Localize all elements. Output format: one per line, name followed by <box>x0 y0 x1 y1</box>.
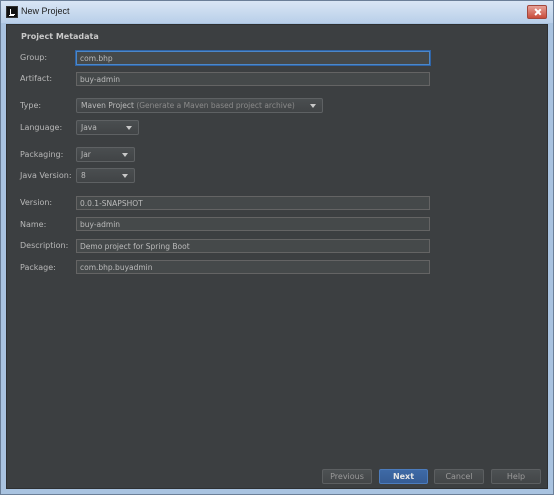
cancel-button[interactable]: Cancel <box>434 469 484 484</box>
packaging-dropdown[interactable]: Jar <box>76 147 135 162</box>
artifact-input[interactable] <box>76 72 430 86</box>
language-dropdown[interactable]: Java <box>76 120 139 135</box>
artifact-label: Artifact: <box>20 74 53 83</box>
packaging-label: Packaging: <box>20 150 64 159</box>
type-label: Type: <box>20 101 42 110</box>
window-title: New Project <box>21 6 70 16</box>
next-button[interactable]: Next <box>379 469 428 484</box>
close-button[interactable] <box>527 5 547 19</box>
new-project-dialog: New Project Project Metadata Group: Arti… <box>0 0 554 495</box>
package-input[interactable] <box>76 260 430 274</box>
type-hint: (Generate a Maven based project archive) <box>136 101 295 110</box>
language-value: Java <box>81 123 97 132</box>
name-label: Name: <box>20 220 47 229</box>
version-input[interactable] <box>76 196 430 210</box>
group-input[interactable] <box>76 51 430 65</box>
chevron-down-icon <box>122 153 128 157</box>
help-button[interactable]: Help <box>491 469 541 484</box>
dialog-content: Project Metadata Group: Artifact: Type: … <box>6 24 548 489</box>
version-label: Version: <box>20 198 53 207</box>
chevron-down-icon <box>126 126 132 130</box>
java-version-value: 8 <box>81 171 86 180</box>
chevron-down-icon <box>310 104 316 108</box>
name-input[interactable] <box>76 217 430 231</box>
title-bar[interactable]: New Project <box>1 1 553 23</box>
java-version-label: Java Version: <box>20 171 72 180</box>
section-title: Project Metadata <box>21 32 99 41</box>
packaging-value: Jar <box>81 150 91 159</box>
description-label: Description: <box>20 241 69 250</box>
type-value: Maven Project <box>81 101 134 110</box>
language-label: Language: <box>20 123 63 132</box>
chevron-down-icon <box>122 174 128 178</box>
description-input[interactable] <box>76 239 430 253</box>
group-label: Group: <box>20 53 48 62</box>
type-dropdown[interactable]: Maven Project (Generate a Maven based pr… <box>76 98 323 113</box>
intellij-app-icon <box>6 6 18 18</box>
java-version-dropdown[interactable]: 8 <box>76 168 135 183</box>
previous-button[interactable]: Previous <box>322 469 372 484</box>
package-label: Package: <box>20 263 56 272</box>
